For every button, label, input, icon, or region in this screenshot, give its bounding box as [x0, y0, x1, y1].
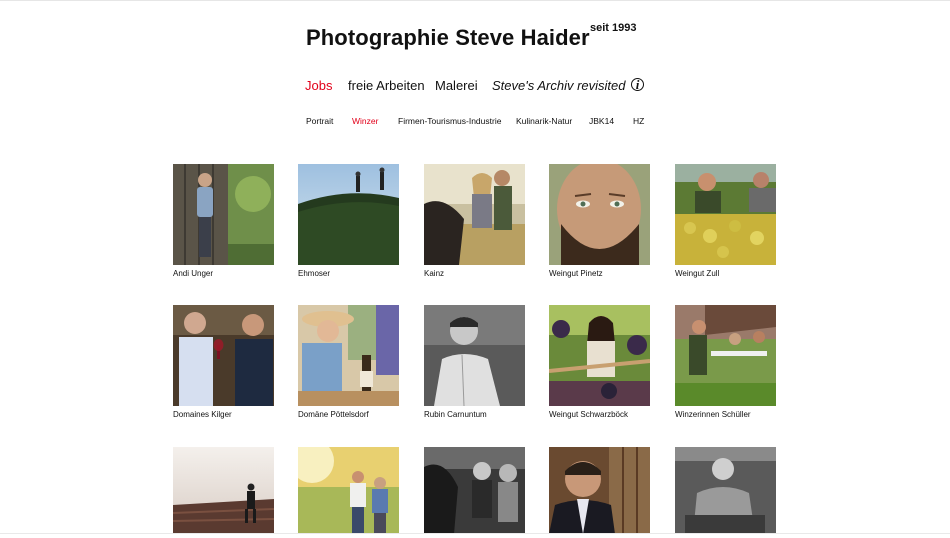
photo-thumbnail[interactable]	[675, 305, 776, 406]
subnav-item-winzer[interactable]: Winzer	[352, 116, 378, 126]
gallery-item-row3-4[interactable]	[549, 447, 650, 538]
since-label: seit 1993	[590, 22, 637, 34]
gallery-item-ehmoser[interactable]: Ehmoser	[298, 164, 399, 278]
photo-thumbnail[interactable]	[298, 447, 399, 534]
gallery-caption: Domäne Pöttelsdorf	[298, 410, 369, 419]
gallery-item-domaene-poettelsdorf[interactable]: Domäne Pöttelsdorf	[298, 305, 399, 419]
gallery-caption: Weingut Pinetz	[549, 269, 603, 278]
nav-item-freie-arbeiten[interactable]: freie Arbeiten	[348, 78, 425, 93]
photo-thumbnail[interactable]	[298, 305, 399, 406]
photo-thumbnail[interactable]	[549, 305, 650, 406]
gallery-caption: Andi Unger	[173, 269, 214, 278]
photo-thumbnail[interactable]	[424, 305, 525, 406]
gallery-caption: Rubin Carnuntum	[424, 410, 487, 419]
gallery-item-weingut-pinetz[interactable]: Weingut Pinetz	[549, 164, 650, 278]
gallery-caption: Domaines Kilger	[173, 410, 232, 419]
main-nav: Jobs freie Arbeiten Malerei Steve's Arch…	[0, 78, 950, 98]
nav-item-jobs[interactable]: Jobs	[305, 78, 332, 93]
photo-thumbnail[interactable]	[675, 164, 776, 265]
photo-thumbnail[interactable]	[549, 164, 650, 265]
photo-thumbnail[interactable]	[675, 447, 776, 534]
gallery-item-row3-5[interactable]	[675, 447, 776, 538]
gallery-item-rubin-carnuntum[interactable]: Rubin Carnuntum	[424, 305, 525, 419]
subnav-item-kulinarik[interactable]: Kulinarik-Natur	[516, 116, 572, 126]
nav-item-malerei[interactable]: Malerei	[435, 78, 478, 93]
subnav-item-portrait[interactable]: Portrait	[306, 116, 333, 126]
gallery-item-row3-2[interactable]	[298, 447, 399, 538]
gallery-item-row3-1[interactable]	[173, 447, 274, 538]
photo-thumbnail[interactable]	[298, 164, 399, 265]
photo-thumbnail[interactable]	[173, 164, 274, 265]
gallery-item-weingut-schwarzboeck[interactable]: Weingut Schwarzböck	[549, 305, 650, 419]
photo-thumbnail[interactable]	[424, 164, 525, 265]
subnav-item-firmen[interactable]: Firmen-Tourismus-Industrie	[398, 116, 501, 126]
top-border	[0, 0, 950, 1]
photo-thumbnail[interactable]	[424, 447, 525, 534]
gallery-caption: Weingut Zull	[675, 269, 720, 278]
info-icon[interactable]: i	[631, 78, 644, 91]
photo-thumbnail[interactable]	[549, 447, 650, 534]
gallery-caption: Ehmoser	[298, 269, 331, 278]
gallery-item-winzerinnen-schueller[interactable]: Winzerinnen Schüller	[675, 305, 776, 419]
sub-nav: Portrait Winzer Firmen-Tourismus-Industr…	[0, 116, 950, 130]
subnav-item-jbk14[interactable]: JBK14	[589, 116, 614, 126]
photo-thumbnail[interactable]	[173, 305, 274, 406]
site-title[interactable]: Photographie Steve Haider	[306, 25, 590, 51]
nav-item-archiv[interactable]: Steve's Archiv revisited	[492, 78, 626, 93]
photo-thumbnail[interactable]	[173, 447, 274, 534]
gallery-item-andi-unger[interactable]: Andi Unger	[173, 164, 274, 278]
gallery-caption: Weingut Schwarzböck	[549, 410, 628, 419]
subnav-item-hz[interactable]: HZ	[633, 116, 644, 126]
gallery-caption: Winzerinnen Schüller	[675, 410, 751, 419]
gallery-caption: Kainz	[424, 269, 445, 278]
gallery-item-row3-3[interactable]	[424, 447, 525, 538]
gallery-item-kainz[interactable]: Kainz	[424, 164, 525, 278]
gallery-item-domaines-kilger[interactable]: Domaines Kilger	[173, 305, 274, 419]
gallery-item-weingut-zull[interactable]: Weingut Zull	[675, 164, 776, 278]
